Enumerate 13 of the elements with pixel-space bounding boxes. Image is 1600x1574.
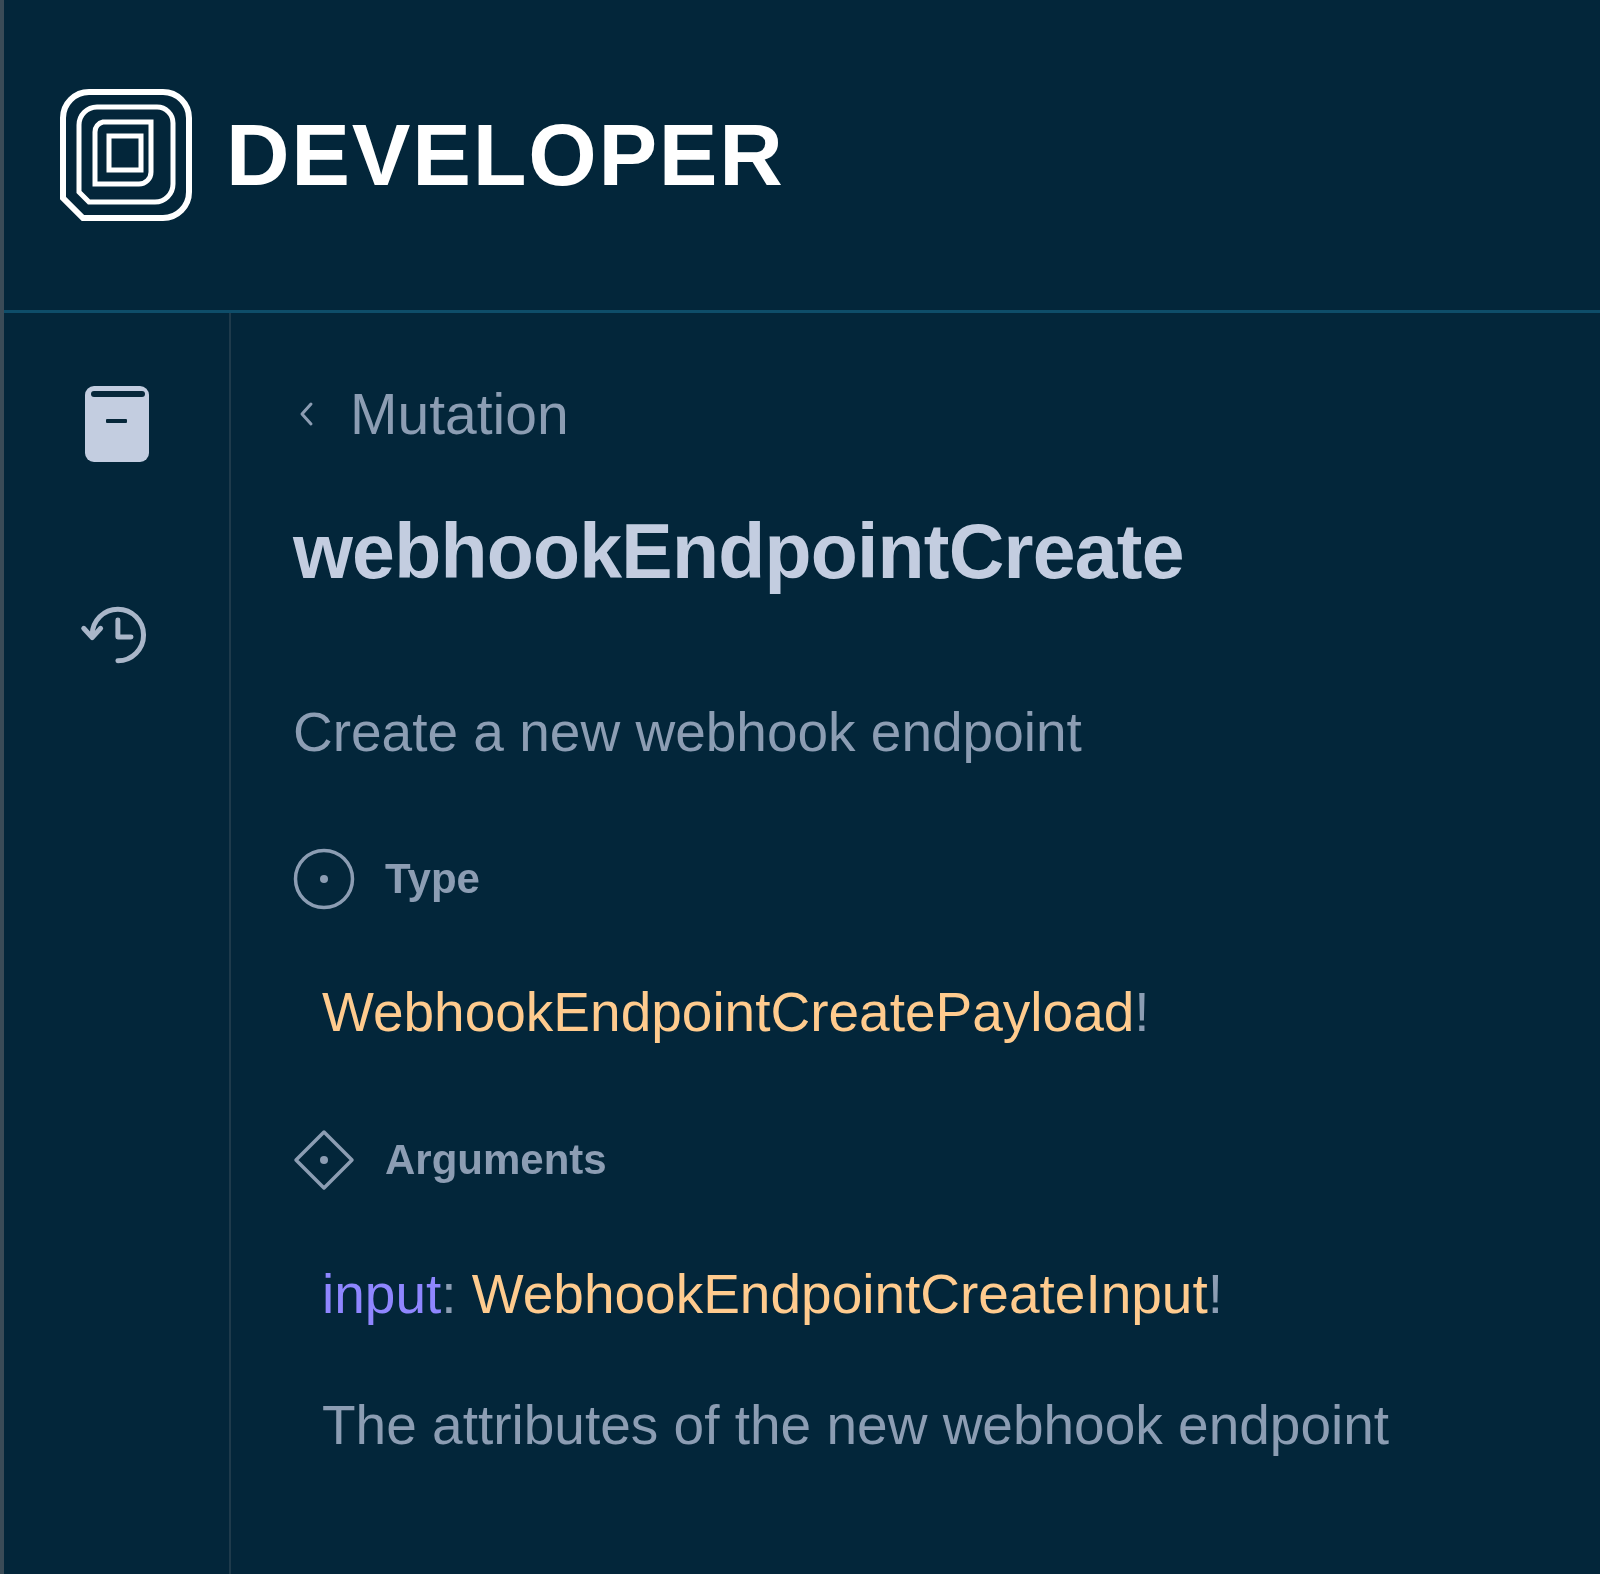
type-signature[interactable]: WebhookEndpointCreatePayload! <box>322 979 1150 1045</box>
page-title: webhookEndpointCreate <box>293 507 1184 596</box>
chevron-left-icon <box>298 401 314 427</box>
section-heading: Type <box>385 858 480 900</box>
section-heading: Arguments <box>385 1139 607 1181</box>
logo-icon <box>59 88 193 222</box>
back-link[interactable]: Mutation <box>293 379 569 449</box>
argument-description: The attributes of the new webhook endpoint <box>322 1393 1390 1458</box>
book-icon[interactable] <box>84 386 149 462</box>
brand-title: DEVELOPER <box>226 111 785 199</box>
description-text: Create a new webhook endpoint <box>293 700 1082 765</box>
argument-signature[interactable]: input: WebhookEndpointCreateInput! <box>322 1261 1223 1327</box>
circle-dot-icon <box>293 848 355 910</box>
